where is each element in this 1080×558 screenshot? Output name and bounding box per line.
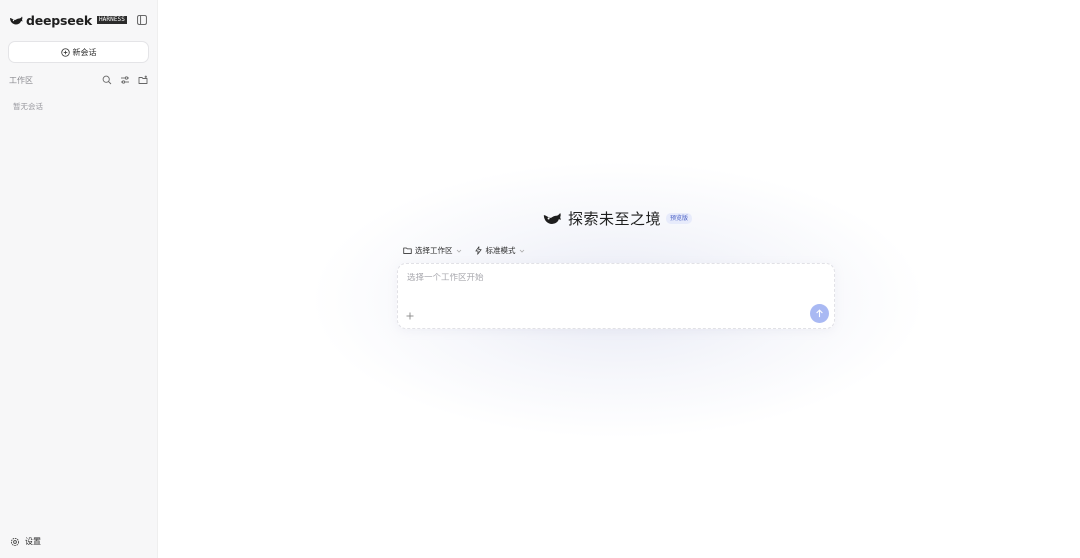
settings-label: 设置 bbox=[25, 537, 41, 546]
search-button[interactable] bbox=[102, 75, 112, 85]
message-input[interactable] bbox=[407, 273, 807, 283]
empty-sessions-text: 暂无会话 bbox=[13, 102, 43, 111]
chevron-down-icon bbox=[519, 249, 524, 253]
workspace-tools bbox=[102, 75, 148, 85]
folder-plus-icon bbox=[138, 75, 148, 84]
whale-logo-icon bbox=[10, 16, 23, 24]
main-area: 探索未至之境 预览版 选择工作区 标准模式 bbox=[158, 0, 1080, 558]
chevron-down-icon bbox=[456, 249, 461, 253]
filter-button[interactable] bbox=[120, 75, 130, 85]
arrow-up-icon bbox=[816, 309, 823, 318]
sidebar-toggle-button[interactable] bbox=[136, 14, 148, 26]
whale-logo-icon bbox=[543, 213, 561, 224]
new-chat-button[interactable]: 新会话 bbox=[8, 41, 149, 63]
workspace-select[interactable]: 选择工作区 bbox=[403, 245, 462, 256]
new-folder-button[interactable] bbox=[138, 75, 148, 85]
sliders-icon bbox=[121, 76, 129, 84]
send-button[interactable] bbox=[810, 304, 829, 323]
new-chat-label: 新会话 bbox=[72, 47, 97, 57]
search-icon bbox=[102, 75, 112, 85]
app-root: deepseek HARNESS 新会话 工作区 暂无会话 设置 探索未至之境 … bbox=[0, 0, 1080, 558]
brand-badge: HARNESS bbox=[96, 16, 127, 24]
gear-icon bbox=[10, 537, 20, 546]
composer-controls: 选择工作区 标准模式 bbox=[403, 245, 537, 256]
settings-button[interactable]: 设置 bbox=[10, 536, 41, 547]
composer bbox=[397, 263, 835, 329]
folder-icon bbox=[403, 247, 412, 254]
mode-select[interactable]: 标准模式 bbox=[474, 245, 525, 256]
brand-row: deepseek HARNESS bbox=[0, 0, 157, 40]
sidebar-toggle-icon bbox=[137, 15, 147, 25]
sidebar: deepseek HARNESS 新会话 工作区 暂无会话 设置 bbox=[0, 0, 158, 558]
workspace-label: 工作区 bbox=[9, 75, 33, 85]
plus-circle-icon bbox=[60, 47, 70, 57]
bolt-icon bbox=[474, 246, 482, 255]
plus-icon bbox=[406, 312, 414, 320]
preview-badge: 预览版 bbox=[666, 213, 693, 224]
page-title: 探索未至之境 bbox=[568, 210, 662, 228]
mode-select-label: 标准模式 bbox=[485, 246, 516, 255]
workspace-header: 工作区 bbox=[0, 74, 157, 86]
brand-name: deepseek bbox=[26, 12, 92, 28]
brand-logo: deepseek HARNESS bbox=[9, 13, 127, 28]
attach-button[interactable] bbox=[405, 311, 415, 321]
hero: 探索未至之境 预览版 bbox=[542, 208, 693, 229]
workspace-select-label: 选择工作区 bbox=[415, 246, 453, 255]
